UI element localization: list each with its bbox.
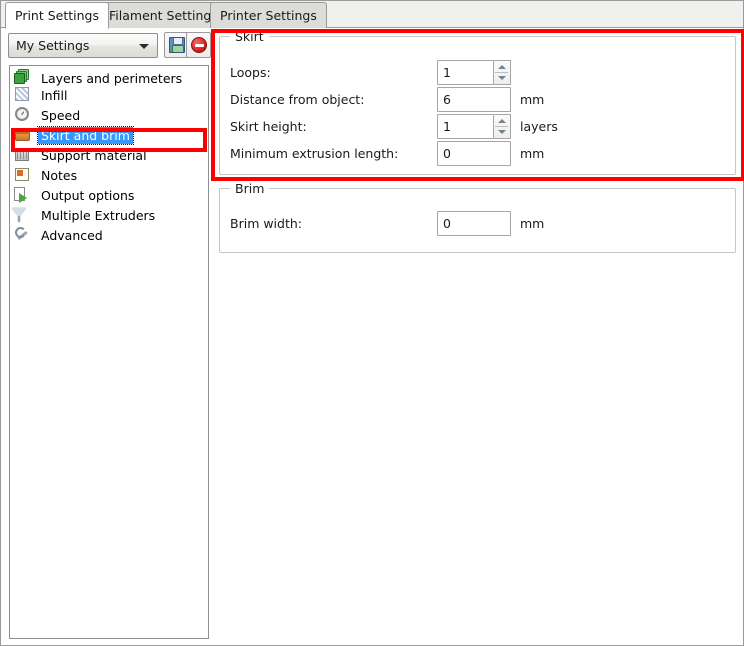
stepper-up-icon[interactable]: [494, 61, 509, 72]
tab-print-settings[interactable]: Print Settings: [5, 2, 109, 29]
distance-from-object-unit: mm: [520, 92, 545, 107]
skirt-box-icon: [15, 129, 30, 141]
skirt-height-stepper[interactable]: [494, 114, 511, 139]
wrench-icon: [15, 227, 29, 241]
brim-width-input[interactable]: 0: [437, 211, 511, 236]
speedometer-icon: [15, 107, 29, 121]
minimum-extrusion-length-input[interactable]: 0: [437, 141, 511, 166]
field-row-minimum-extrusion-length: Minimum extrusion length: 0 mm: [230, 141, 725, 167]
output-arrow-icon: [14, 187, 27, 203]
distance-from-object-label: Distance from object:: [230, 92, 365, 107]
loops-input[interactable]: 1: [437, 60, 494, 85]
support-material-icon: [15, 148, 29, 161]
sidebar-item-label: Infill: [41, 88, 68, 103]
sidebar-item-label: Support material: [41, 148, 147, 163]
brim-width-label: Brim width:: [230, 216, 303, 231]
skirt-height-unit: layers: [520, 119, 558, 134]
field-row-distance-from-object: Distance from object: 6 mm: [230, 87, 725, 113]
tab-print-settings-label: Print Settings: [15, 8, 99, 23]
skirt-group-title: Skirt: [230, 29, 269, 44]
sidebar-item-label: Output options: [41, 188, 135, 203]
brim-width-unit: mm: [520, 216, 545, 231]
skirt-group: Skirt Loops: 1 Distance from object: 6 m…: [219, 29, 736, 175]
brim-group: Brim Brim width: 0 mm: [219, 181, 736, 253]
loops-stepper[interactable]: [494, 60, 511, 85]
delete-preset-button[interactable]: [186, 32, 211, 58]
sidebar-item-notes[interactable]: Notes: [10, 166, 208, 186]
chevron-down-icon: [139, 44, 149, 49]
skirt-height-label: Skirt height:: [230, 119, 307, 134]
sidebar-item-label: Layers and perimeters: [41, 71, 183, 86]
tab-printer-settings-label: Printer Settings: [220, 8, 317, 23]
notes-icon: [15, 168, 29, 181]
sidebar-item-label: Notes: [41, 168, 78, 183]
floppy-save-icon: [169, 37, 185, 53]
loops-label: Loops:: [230, 65, 271, 80]
infill-hatch-icon: [15, 87, 29, 101]
funnel-icon: [12, 208, 26, 222]
tab-filament-settings-label: Filament Settings: [109, 8, 218, 23]
tab-bar: Print Settings Filament Settings Printer…: [1, 1, 743, 29]
sidebar-item-label: Advanced: [41, 228, 103, 243]
sidebar-item-skirt-and-brim[interactable]: Skirt and brim: [10, 126, 208, 146]
print-settings-window: Print Settings Filament Settings Printer…: [0, 0, 744, 646]
field-row-skirt-height: Skirt height: 1 layers: [230, 114, 725, 140]
preset-dropdown-value: My Settings: [16, 38, 90, 53]
distance-from-object-input[interactable]: 6: [437, 87, 511, 112]
settings-category-tree[interactable]: Layers and perimeters Infill Speed Skirt…: [9, 65, 209, 639]
stepper-up-icon[interactable]: [494, 115, 509, 126]
sidebar-item-infill[interactable]: Infill: [10, 86, 208, 106]
minimum-extrusion-length-unit: mm: [520, 146, 545, 161]
sidebar-item-speed[interactable]: Speed: [10, 106, 208, 126]
sidebar-item-output-options[interactable]: Output options: [10, 186, 208, 206]
stepper-down-icon[interactable]: [494, 73, 509, 84]
tab-printer-settings[interactable]: Printer Settings: [210, 2, 327, 28]
skirt-height-input[interactable]: 1: [437, 114, 494, 139]
brim-group-title: Brim: [230, 181, 270, 196]
layers-icon: [14, 73, 25, 84]
sidebar-item-label: Multiple Extruders: [41, 208, 156, 223]
delete-circle-icon: [191, 37, 207, 53]
field-row-loops: Loops: 1: [230, 60, 725, 86]
stepper-down-icon[interactable]: [494, 127, 509, 138]
sidebar-item-multiple-extruders[interactable]: Multiple Extruders: [10, 206, 208, 226]
sidebar-item-support-material[interactable]: Support material: [10, 146, 208, 166]
sidebar-item-label: Speed: [41, 108, 81, 123]
preset-dropdown[interactable]: My Settings: [8, 33, 158, 58]
tab-filament-settings[interactable]: Filament Settings: [99, 2, 228, 28]
field-row-brim-width: Brim width: 0 mm: [230, 211, 725, 237]
sidebar-item-label: Skirt and brim: [37, 126, 134, 145]
minimum-extrusion-length-label: Minimum extrusion length:: [230, 146, 399, 161]
sidebar-item-advanced[interactable]: Advanced: [10, 226, 208, 246]
